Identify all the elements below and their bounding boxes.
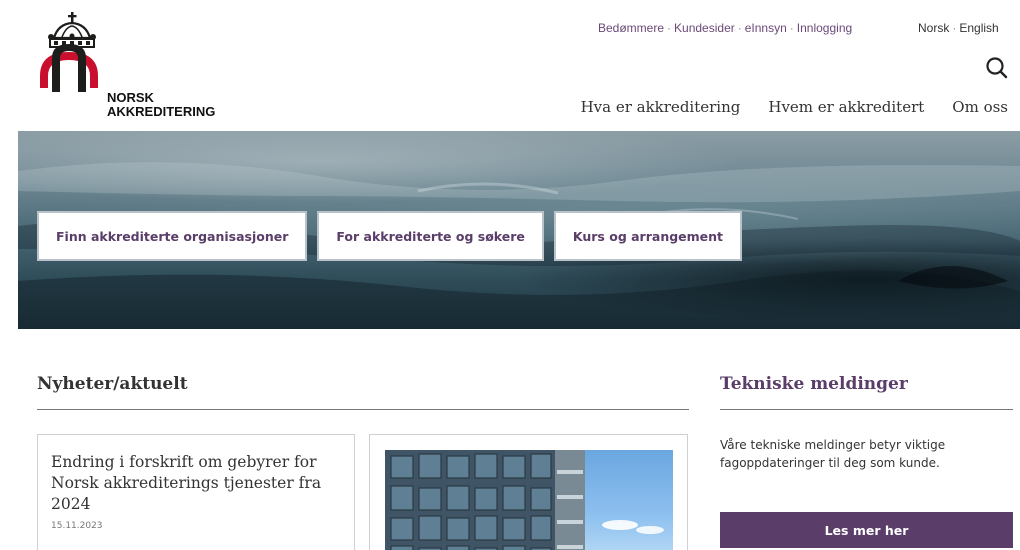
- lang-english[interactable]: English: [959, 21, 998, 35]
- search-button[interactable]: [984, 56, 1010, 82]
- news-card-date: 15.11.2023: [51, 521, 103, 531]
- separator: ·: [789, 21, 794, 35]
- util-link-bedommere[interactable]: Bedømmere: [598, 21, 664, 35]
- util-link-einnsyn[interactable]: eInnsyn: [745, 21, 787, 35]
- hero-banner: Finn akkrediterte organisasjoner For akk…: [18, 131, 1020, 329]
- language-nav: Norsk · English: [918, 21, 999, 35]
- nav-om-oss[interactable]: Om oss: [952, 98, 1008, 116]
- divider: [720, 409, 1013, 410]
- news-card[interactable]: Endring i forskrift om gebyrer for Norsk…: [37, 434, 355, 550]
- utility-nav: Bedømmere · Kundesider · eInnsyn · Innlogging: [598, 21, 852, 35]
- lang-norsk[interactable]: Norsk: [918, 21, 949, 35]
- separator: ·: [737, 21, 742, 35]
- search-icon: [986, 57, 1008, 79]
- util-link-kundesider[interactable]: Kundesider: [674, 21, 735, 35]
- news-card-image[interactable]: [385, 450, 673, 550]
- nav-hva-er-akkreditering[interactable]: Hva er akkreditering: [581, 98, 741, 116]
- read-more-button[interactable]: Les mer her: [720, 512, 1013, 548]
- news-card-image-card[interactable]: [369, 434, 688, 550]
- news-card-headline[interactable]: Endring i forskrift om gebyrer for Norsk…: [51, 452, 346, 515]
- building-photo: [385, 450, 664, 550]
- util-link-innlogging[interactable]: Innlogging: [797, 21, 852, 35]
- main-nav: Hva er akkreditering Hvem er akkreditert…: [581, 98, 1008, 116]
- nav-hvem-er-akkreditert[interactable]: Hvem er akkreditert: [768, 98, 924, 116]
- separator: ·: [667, 21, 672, 35]
- crown-logo-icon: [40, 12, 98, 92]
- logo-name-line1: NORSK: [107, 90, 154, 105]
- hero-button-finn-akkrediterte[interactable]: Finn akkrediterte organisasjoner: [37, 211, 308, 261]
- tech-messages-title: Tekniske meldinger: [720, 374, 908, 394]
- logo[interactable]: NORSK AKKREDITERING: [38, 12, 238, 122]
- divider: [37, 409, 689, 410]
- separator: ·: [952, 21, 957, 35]
- hero-button-for-akkrediterte[interactable]: For akkrediterte og søkere: [317, 211, 544, 261]
- news-section-title: Nyheter/aktuelt: [37, 374, 188, 394]
- logo-name-line2: AKKREDITERING: [107, 104, 216, 119]
- hero-button-kurs[interactable]: Kurs og arrangement: [553, 211, 743, 261]
- tech-messages-text: Våre tekniske meldinger betyr viktige fa…: [720, 438, 946, 470]
